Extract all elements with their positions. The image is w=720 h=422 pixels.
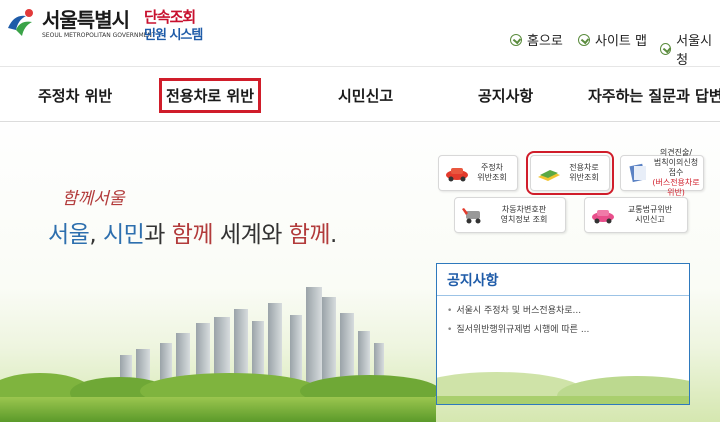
logo-subtitle: SEOUL METROPOLITAN GOVERNMENT [42,32,156,39]
notice-landscape-illustration [437,372,689,404]
system-name-line2: 민원 시스템 [144,28,203,43]
site-header: 서울특별시 SEOUL METROPOLITAN GOVERNMENT 단속조회… [0,0,720,68]
util-link-label: 홈으로 [527,34,563,49]
quick-label: 주정차 위반조회 [477,163,507,182]
sitemap-icon [578,33,590,46]
city-skyline-illustration [0,287,436,422]
car-icon [446,168,468,182]
notice-box: 공지사항 서울시 주정차 및 버스전용차로... 질서위반행위규제법 시행에 따… [436,263,690,405]
slogan-title: 함께서울 [62,189,125,209]
quick-label: 전용차로 위반조회 [569,163,599,182]
util-link-sitemap[interactable]: 사이트 맵 [578,30,647,49]
home-icon [510,33,522,46]
hero-banner: 함께서울 서울, 시민과 함께 세계와 함께. 주정차 위반조회 전용차로 위반… [0,123,720,422]
notice-item[interactable]: 질서위반행위규제법 시행에 따른 ... [447,321,689,340]
main-nav: 주정차 위반 전용차로 위반 시민신고 공지사항 자주하는 질문과 답변 [0,66,720,122]
tow-icon [462,208,481,224]
seoul-logo-icon [8,9,33,36]
seoul-logo[interactable]: 서울특별시 SEOUL METROPOLITAN GOVERNMENT 단속조회… [4,2,222,46]
quick-sublabel: (버스전용차로위반) [652,178,700,197]
nav-item-notice[interactable]: 공지사항 [478,85,533,106]
notice-list: 서울시 주정차 및 버스전용차로... 질서위반행위규제법 시행에 따른 ... [437,296,689,340]
quick-label: 교통법규위반 시민신고 [627,205,673,224]
notice-title[interactable]: 공지사항 [447,273,499,289]
quick-label: 의견진술/ 범칙이의신청 접수 (버스전용차로위반) [652,148,700,197]
util-link-home[interactable]: 홈으로 [510,30,563,49]
report-car-icon [592,210,614,224]
nav-item-citizen-report[interactable]: 시민신고 [338,85,393,106]
slogan-text: 서울, 시민과 함께 세계와 함께. [48,222,337,248]
logo-title: 서울특별시 [42,8,130,32]
quick-citizen-traffic-report[interactable]: 교통법규위반 시민신고 [584,197,688,233]
quick-objection-filing[interactable]: 의견진술/ 범칙이의신청 접수 (버스전용차로위반) [620,148,704,197]
city-hall-icon [660,43,672,55]
nav-item-faq[interactable]: 자주하는 질문과 답변 [588,85,720,106]
notice-header: 공지사항 [437,264,689,296]
nav-item-bus-lane-violation[interactable]: 전용차로 위반 [158,78,262,113]
notice-item[interactable]: 서울시 주정차 및 버스전용차로... [447,302,689,321]
util-link-label: 서울시청 [676,34,713,68]
bus-lane-icon [538,170,560,181]
document-icon [629,163,646,183]
quick-plate-seizure-lookup[interactable]: 차동차변호판 영치정보 조회 [454,197,566,233]
quick-label: 차동차변호판 영치정보 조회 [500,205,548,224]
quick-bus-lane-violation-lookup[interactable]: 전용차로 위반조회 [526,151,614,195]
quick-parking-violation-lookup[interactable]: 주정차 위반조회 [438,155,518,191]
nav-item-parking-violation[interactable]: 주정차 위반 [38,85,112,106]
util-link-city-hall[interactable]: 서울시청 [660,30,720,68]
util-link-label: 사이트 맵 [595,34,647,49]
